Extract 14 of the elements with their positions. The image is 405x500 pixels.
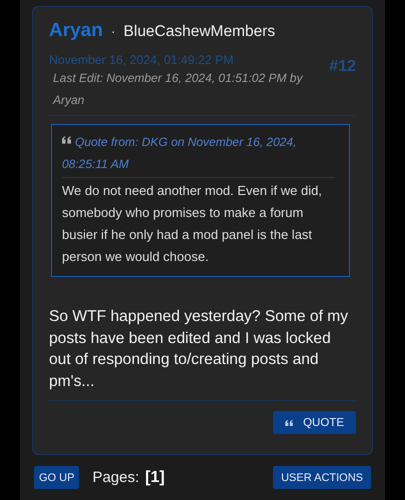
post-text: So WTF happened yesterday? Some of my posts have been edited and I was locked out of responding to/creating posts and pm's... — [49, 307, 350, 392]
member-group: BlueCashewMembers — [124, 23, 276, 41]
author-link[interactable]: Aryan — [49, 20, 103, 42]
go-up-button[interactable]: GO UP — [34, 466, 80, 489]
separator: · — [110, 23, 116, 39]
quote-icon — [62, 136, 71, 144]
quote-text: We do not need another mod. Even if we did, somebody who promises to make a forum busier if he only had a mod panel is the last person we would choose. — [62, 182, 323, 266]
pages-label: Pages: — [92, 468, 140, 486]
quote-button[interactable]: QUOTE — [273, 411, 356, 434]
quote-icon — [285, 420, 294, 426]
quote-source-link[interactable]: Quote from: DKG on November 16, 2024, 08:25:11 AM — [62, 131, 335, 175]
current-page: [1] — [145, 468, 165, 486]
last-edit-note: Last Edit: November 16, 2024, 01:51:02 PM by Aryan — [52, 70, 304, 109]
user-actions-button[interactable]: USER ACTIONS — [273, 466, 371, 489]
